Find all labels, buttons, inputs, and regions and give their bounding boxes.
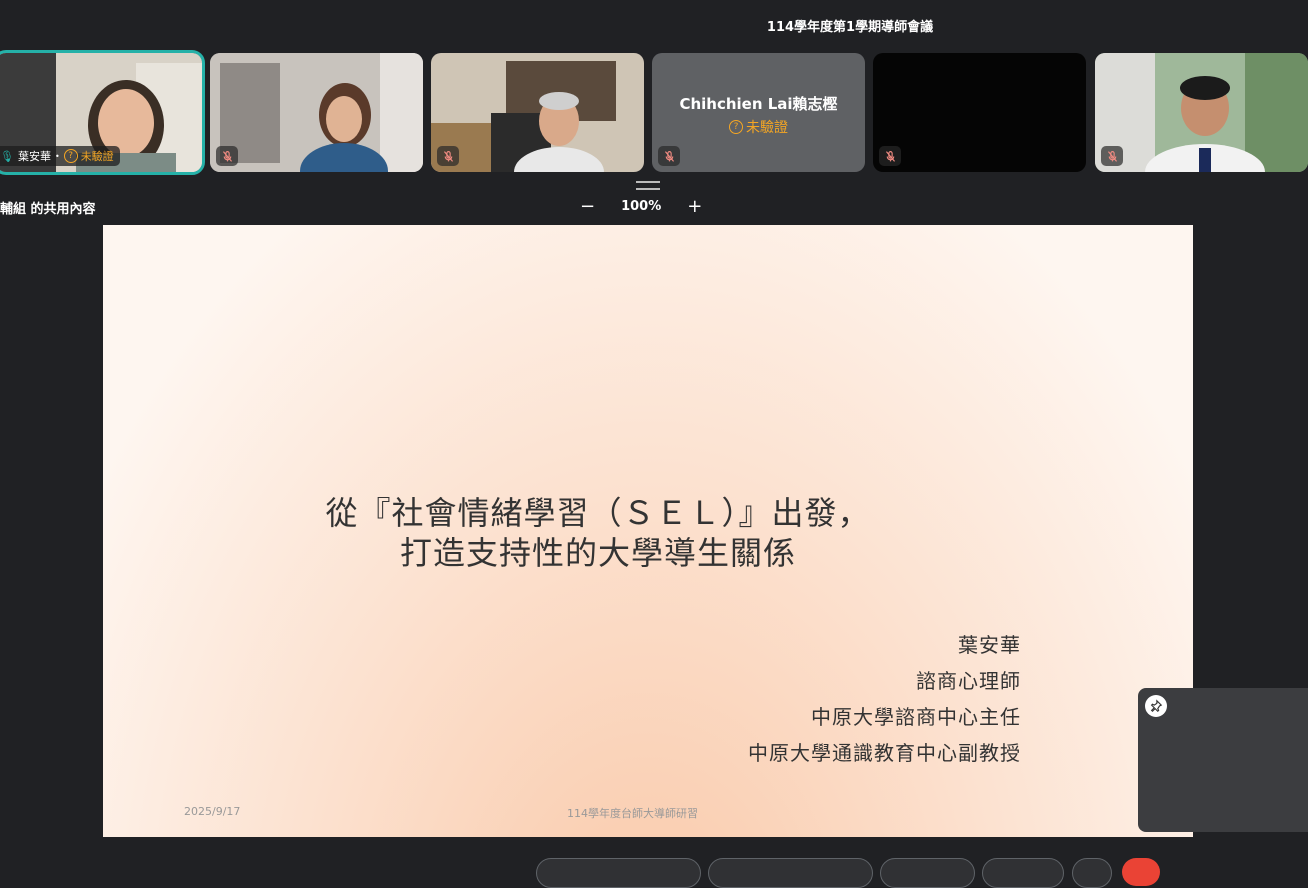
participant-name: Chihchien Lai賴志樫: [679, 95, 838, 113]
mic-muted-icon: [658, 146, 680, 166]
zoom-controls: − 100% +: [580, 196, 702, 217]
author-title-1: 諮商心理師: [916, 669, 1021, 693]
mic-active-icon: 🎙: [0, 149, 14, 163]
participant-video: [431, 53, 644, 172]
slide-title-line-1: 從『社會情緒學習（ＳＥＬ）』出發，: [325, 494, 871, 532]
participant-tile-6[interactable]: [1095, 53, 1308, 172]
mic-muted-icon: [879, 146, 901, 166]
self-view-pip[interactable]: [1138, 688, 1308, 832]
mic-muted-icon: [216, 146, 238, 166]
participant-name-tag: 🎙 葉安華 • ? 未驗證: [0, 146, 120, 166]
share-button[interactable]: [880, 858, 975, 888]
shared-slide: 從『社會情緒學習（ＳＥＬ）』出發， 打造支持性的大學導生關係 葉安華 諮商心理師…: [103, 225, 1193, 837]
author-title-3: 中原大學通識教育中心副教授: [748, 741, 1021, 765]
zoom-out-button[interactable]: −: [580, 196, 595, 217]
author-title-2: 中原大學諮商中心主任: [811, 705, 1021, 729]
leave-call-button[interactable]: [1122, 858, 1160, 886]
participant-tile-3[interactable]: [431, 53, 644, 172]
participant-tile-2[interactable]: [210, 53, 423, 172]
unverified-badge: ? 未驗證: [63, 148, 114, 164]
participant-video: [1095, 53, 1308, 172]
participant-strip: 🎙 葉安華 • ? 未驗證 Chihchien Lai賴志樫 ? 未驗證: [0, 50, 1308, 175]
slide-footer: 114學年度台師大導師研習: [567, 807, 698, 820]
slide-date: 2025/9/17: [184, 805, 241, 818]
slide-author-block: 葉安華 諮商心理師 中原大學諮商中心主任 中原大學通識教育中心副教授: [748, 627, 1021, 771]
share-owner-label: 生輔組 的共用內容: [0, 202, 96, 217]
author-name: 葉安華: [958, 633, 1021, 657]
meeting-title: 114學年度第1學期導師會議: [766, 20, 934, 35]
video-button[interactable]: [708, 858, 873, 888]
bottom-toolbar: [0, 858, 1308, 888]
zoom-level: 100%: [621, 199, 662, 214]
slide-title: 從『社會情緒學習（ＳＥＬ）』出發， 打造支持性的大學導生關係: [103, 493, 1193, 573]
participant-tile-5[interactable]: [873, 53, 1086, 172]
unverified-badge: ? 未驗證: [652, 117, 865, 137]
participant-tile-4[interactable]: Chihchien Lai賴志樫 ? 未驗證: [652, 53, 865, 172]
question-icon: ?: [63, 149, 78, 163]
pin-icon[interactable]: [1145, 695, 1167, 717]
participant-video: [210, 53, 423, 172]
zoom-in-button[interactable]: +: [687, 196, 702, 217]
question-icon: ?: [729, 120, 743, 134]
participant-tile-1[interactable]: 🎙 葉安華 • ? 未驗證: [0, 50, 205, 175]
more-button[interactable]: [1072, 858, 1112, 888]
participant-name: 葉安華: [17, 150, 51, 163]
slide-title-line-2: 打造支持性的大學導生關係: [399, 534, 796, 572]
speaking-dot-icon: •: [54, 151, 60, 161]
reactions-button[interactable]: [982, 858, 1064, 888]
mic-muted-icon: [437, 146, 459, 166]
mic-muted-icon: [1101, 146, 1123, 166]
mute-button[interactable]: [536, 858, 701, 888]
resize-handle[interactable]: [636, 181, 660, 190]
